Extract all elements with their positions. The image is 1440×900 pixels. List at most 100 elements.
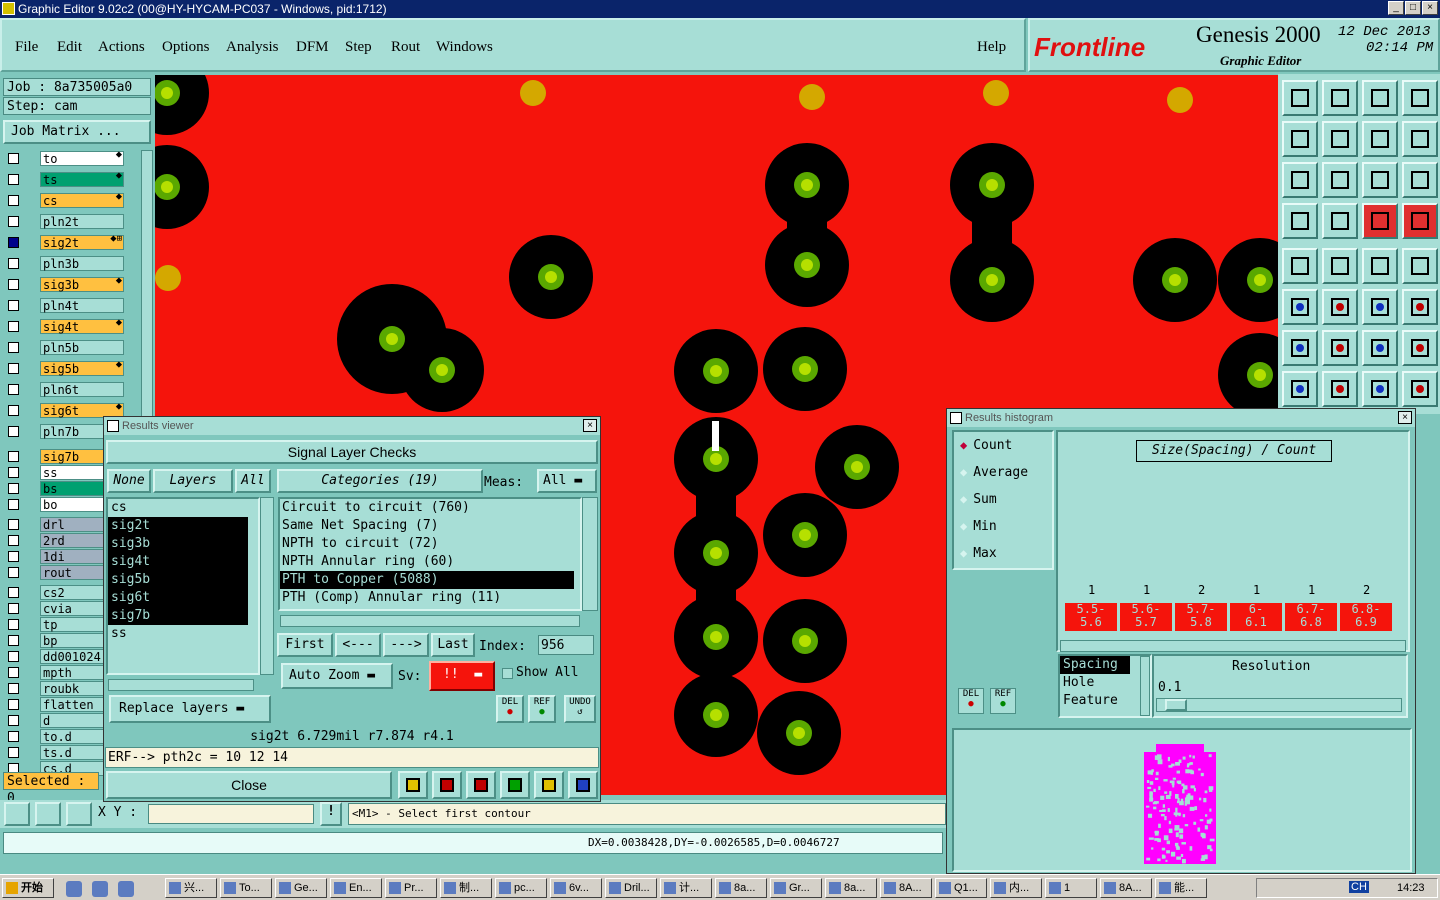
menu-edit[interactable]: Edit xyxy=(57,39,82,56)
histogram-bin[interactable]: 6.8- 6.9 xyxy=(1339,602,1393,632)
layer-checkbox[interactable] xyxy=(8,603,19,614)
menu-actions[interactable]: Actions xyxy=(98,39,145,56)
job-matrix-button[interactable]: Job Matrix ... xyxy=(3,120,151,144)
taskbar-item[interactable]: Dril... xyxy=(605,878,657,898)
taskbar-item[interactable]: 6v... xyxy=(550,878,602,898)
menu-file[interactable]: File xyxy=(15,39,38,56)
taskbar-item[interactable]: 8a... xyxy=(715,878,767,898)
flip-icon[interactable] xyxy=(1362,121,1398,157)
layer-checkbox[interactable] xyxy=(8,619,19,630)
menu-step[interactable]: Step xyxy=(345,39,372,56)
layer-name[interactable]: sig4t xyxy=(40,319,124,334)
menu-analysis[interactable]: Analysis xyxy=(226,39,279,56)
layer-checkbox[interactable] xyxy=(8,426,19,437)
taskbar-item[interactable]: Q1... xyxy=(935,878,987,898)
pad-icon[interactable] xyxy=(1402,248,1438,284)
center-icon[interactable] xyxy=(1322,162,1358,198)
drill-icon[interactable] xyxy=(1282,371,1318,407)
layer-name[interactable]: sig3b xyxy=(40,277,124,292)
taskbar-item[interactable]: pc... xyxy=(495,878,547,898)
result-layer-item[interactable]: sig3b xyxy=(108,535,248,553)
ime-indicator[interactable]: CH xyxy=(1349,881,1369,893)
cross-icon[interactable] xyxy=(1322,289,1358,325)
split-icon[interactable] xyxy=(1322,371,1358,407)
taskbar-item[interactable]: 制... xyxy=(440,878,492,898)
histogram-hscroll[interactable] xyxy=(1060,640,1406,652)
help-icon[interactable] xyxy=(1402,162,1438,198)
grid-icon[interactable] xyxy=(1322,203,1358,239)
taskbar-item[interactable]: 8A... xyxy=(1100,878,1152,898)
last-button[interactable]: Last xyxy=(431,633,475,657)
layer-checkbox[interactable] xyxy=(8,519,19,530)
result-layer-item[interactable]: ss xyxy=(108,625,248,643)
download-icon[interactable] xyxy=(1322,80,1358,116)
layer-name[interactable]: to xyxy=(40,151,124,166)
layer-checkbox[interactable] xyxy=(8,342,19,353)
category-item[interactable]: Circuit to circuit (760) xyxy=(280,499,574,517)
del-button[interactable]: DEL ● xyxy=(496,695,524,723)
draw-line-icon[interactable] xyxy=(1322,330,1358,366)
layer-12-icon[interactable] xyxy=(500,771,530,799)
layer-checkbox[interactable] xyxy=(8,667,19,678)
layer-row-pln5b[interactable]: pln5b xyxy=(4,339,124,356)
layer-row-pln6t[interactable]: pln6t xyxy=(4,381,124,398)
taskbar-item[interactable]: Ge... xyxy=(275,878,327,898)
type-item[interactable]: Feature xyxy=(1060,692,1130,710)
menu-help[interactable]: Help xyxy=(977,39,1006,56)
result-layer-item[interactable]: cs xyxy=(108,499,248,517)
layer-checkbox[interactable] xyxy=(8,535,19,546)
results-viewer-close-icon[interactable]: × xyxy=(583,419,597,432)
layer-row-sig4t[interactable]: sig4t ⬥ xyxy=(4,318,124,335)
ref-button[interactable]: REF ● xyxy=(528,695,556,723)
category-item[interactable]: Same Net Spacing (7) xyxy=(280,517,574,535)
angle-icon[interactable] xyxy=(1282,330,1318,366)
layer-row-ts[interactable]: ts ⬥ xyxy=(4,171,124,188)
route-icon[interactable] xyxy=(1402,330,1438,366)
menu-options[interactable]: Options xyxy=(162,39,210,56)
layer-checkbox[interactable] xyxy=(8,731,19,742)
histogram-bin[interactable]: 6.7- 6.8 xyxy=(1284,602,1338,632)
mode-radio-min[interactable]: ◆ Min xyxy=(960,519,997,534)
arc-icon[interactable] xyxy=(1362,330,1398,366)
xy-input[interactable] xyxy=(148,804,314,824)
measure-icon[interactable] xyxy=(1362,248,1398,284)
categories-button[interactable]: Categories (19) xyxy=(277,469,483,493)
start-button[interactable]: 开始 xyxy=(2,878,54,898)
report-icon[interactable] xyxy=(432,771,462,799)
connect-icon[interactable] xyxy=(1282,289,1318,325)
show-all-checkbox[interactable] xyxy=(502,668,513,679)
layer-row-sig5b[interactable]: sig5b ⬥ xyxy=(4,360,124,377)
layer-checkbox[interactable] xyxy=(8,258,19,269)
snap-tool-icon[interactable] xyxy=(4,802,30,826)
mode-radio-average[interactable]: ◆ Average xyxy=(960,465,1028,480)
layer-checkbox[interactable] xyxy=(8,153,19,164)
grid-tool-icon[interactable] xyxy=(66,802,92,826)
layer-results-list[interactable]: cs sig2t sig3b sig4t sig5b sig6t sig7b ss xyxy=(106,497,260,675)
mode-radio-count[interactable]: ◆ Count xyxy=(960,438,1012,453)
abort-button[interactable]: ! xyxy=(320,802,342,826)
menu-rout[interactable]: Rout xyxy=(391,39,420,56)
taskbar-item[interactable]: 8A... xyxy=(880,878,932,898)
histogram-bin[interactable]: 5.5- 5.6 xyxy=(1064,602,1118,632)
taskbar-item[interactable]: En... xyxy=(330,878,382,898)
resolution-slider[interactable] xyxy=(1156,698,1402,712)
layer-name[interactable]: pln5b xyxy=(40,340,124,355)
layer-name[interactable]: ts xyxy=(40,172,124,187)
category-item[interactable]: NPTH to circuit (72) xyxy=(280,535,574,553)
type-item[interactable]: Spacing xyxy=(1060,656,1130,674)
layer-checkbox[interactable] xyxy=(8,451,19,462)
properties-icon[interactable] xyxy=(1282,203,1318,239)
type-item[interactable]: Hole xyxy=(1060,674,1130,692)
mode-radio-sum[interactable]: ◆ Sum xyxy=(960,492,997,507)
layer-view-icon[interactable] xyxy=(1402,80,1438,116)
quicklaunch-ie-icon[interactable] xyxy=(66,881,82,897)
taskbar-item[interactable]: Gr... xyxy=(770,878,822,898)
prev-button[interactable]: <--- xyxy=(335,633,381,657)
layer-checkbox[interactable] xyxy=(8,715,19,726)
line-icon[interactable] xyxy=(1362,289,1398,325)
layer-row-sig3b[interactable]: sig3b ⬥ xyxy=(4,276,124,293)
layer-checkbox[interactable] xyxy=(8,174,19,185)
layer-checkbox[interactable] xyxy=(8,567,19,578)
category-list[interactable]: Circuit to circuit (760) Same Net Spacing… xyxy=(278,497,582,611)
severity-select[interactable]: !! ▬ xyxy=(429,661,495,691)
